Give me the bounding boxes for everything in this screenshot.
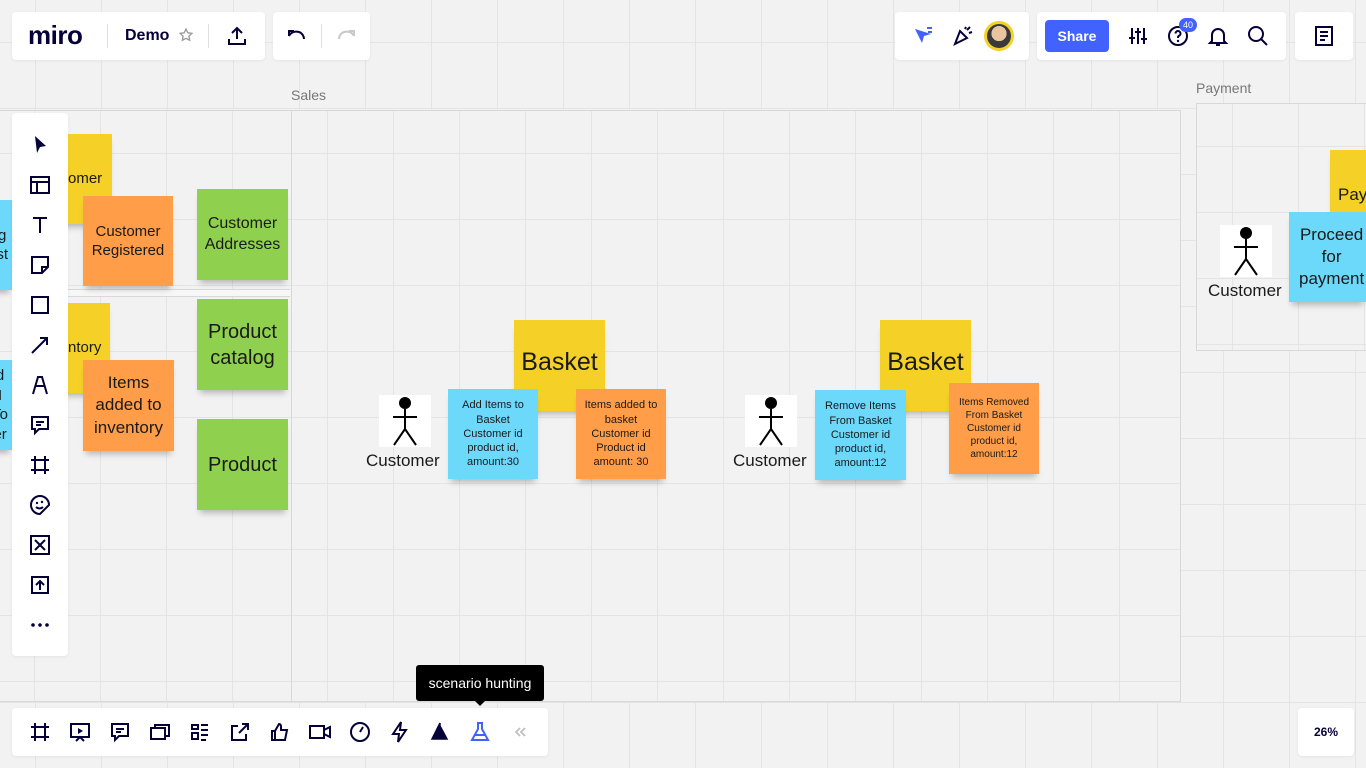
share-toolbar: Share 40: [1037, 12, 1286, 60]
frame-tool[interactable]: [20, 445, 60, 485]
settings-sliders-icon[interactable]: [1126, 24, 1150, 48]
notification-count-badge: 40: [1179, 18, 1197, 32]
more-tools-icon[interactable]: [20, 605, 60, 645]
kanban-icon[interactable]: [180, 712, 220, 752]
sticky-blue-partial-bottom[interactable]: d I To er: [0, 360, 12, 450]
divider: [107, 24, 108, 48]
lightning-icon[interactable]: [380, 712, 420, 752]
sticky-customer-addresses[interactable]: Customer Addresses: [197, 189, 288, 280]
redo-icon[interactable]: [334, 24, 358, 48]
divider: [321, 24, 322, 48]
connection-line-tool[interactable]: [20, 325, 60, 365]
board-title[interactable]: Demo: [125, 27, 169, 45]
sticky-customer-registered[interactable]: Customer Registered: [83, 196, 173, 286]
cards-icon[interactable]: [140, 712, 180, 752]
upload-tool[interactable]: [20, 565, 60, 605]
sticky-product-catalog[interactable]: Product catalog: [197, 299, 288, 390]
miro-logo[interactable]: miro: [28, 20, 83, 51]
presentation-icon[interactable]: [60, 712, 100, 752]
sticky-blue-partial-top[interactable]: eg ust: [0, 200, 12, 290]
shape-tool[interactable]: [20, 285, 60, 325]
search-icon[interactable]: [1246, 24, 1270, 48]
board-header: miro Demo: [12, 12, 265, 60]
video-call-icon[interactable]: [300, 712, 340, 752]
actor-customer-payment-label: Customer: [1208, 281, 1282, 300]
timer-icon[interactable]: [340, 712, 380, 752]
scenario-hunting-flask-icon[interactable]: [460, 712, 500, 752]
share-button[interactable]: Share: [1045, 20, 1109, 52]
comments-icon[interactable]: [100, 712, 140, 752]
actor-customer-1-label: Customer: [366, 451, 440, 470]
text-tool[interactable]: [20, 205, 60, 245]
sticky-add-items-command[interactable]: Add Items to Basket Customer id product …: [448, 389, 538, 479]
frame-sales-label[interactable]: Sales: [291, 87, 326, 103]
divider: [208, 24, 209, 48]
frame-divider: [68, 289, 290, 297]
cursor-bring-icon[interactable]: [911, 24, 935, 48]
templates-tool[interactable]: [20, 165, 60, 205]
actor-customer-payment[interactable]: [1220, 225, 1272, 277]
stick-figure-icon: [393, 397, 417, 446]
frames-icon[interactable]: [20, 712, 60, 752]
voting-thumb-icon[interactable]: [260, 712, 300, 752]
zoom-level: 26%: [1313, 725, 1339, 739]
tooltip-arrow: [474, 700, 486, 706]
pen-tool[interactable]: [20, 365, 60, 405]
stick-figure-icon: [1234, 227, 1258, 276]
collab-toolbar: [895, 12, 1029, 60]
frame-payment-label[interactable]: Payment: [1196, 80, 1251, 96]
collapse-chevron-icon[interactable]: [500, 712, 540, 752]
sticky-product[interactable]: Product: [197, 419, 288, 510]
zoom-indicator[interactable]: 26%: [1298, 708, 1354, 756]
actor-customer-1[interactable]: [379, 395, 431, 447]
sticky-remove-items-command[interactable]: Remove Items From Basket Customer id pro…: [815, 390, 906, 480]
stick-figure-icon: [759, 397, 783, 446]
sticky-items-added-event[interactable]: Items added to basket Customer id Produc…: [576, 389, 666, 479]
undo-icon[interactable]: [285, 24, 309, 48]
sticky-proceed-payment[interactable]: Proceed for payment: [1289, 212, 1366, 302]
upload-icon[interactable]: [225, 24, 249, 48]
tooltip-text: scenario hunting: [428, 675, 532, 691]
left-toolbar: [12, 113, 68, 656]
actor-customer-2-label: Customer: [733, 451, 807, 470]
sticky-items-added-inventory[interactable]: Items added to inventory: [83, 360, 174, 451]
sail-icon[interactable]: [420, 712, 460, 752]
tooltip: scenario hunting: [416, 665, 544, 701]
export-icon[interactable]: [220, 712, 260, 752]
sticky-items-removed-event[interactable]: Items Removed From Basket Customer id pr…: [949, 383, 1039, 474]
sticky-note-tool[interactable]: [20, 245, 60, 285]
select-tool[interactable]: [20, 125, 60, 165]
avatar[interactable]: [984, 21, 1014, 51]
board-list-panel: [1295, 12, 1353, 60]
bell-icon[interactable]: [1206, 24, 1230, 48]
history-toolbar: [273, 12, 370, 60]
celebrate-icon[interactable]: [951, 24, 975, 48]
comment-tool[interactable]: [20, 405, 60, 445]
star-icon[interactable]: [178, 27, 194, 43]
document-list-icon[interactable]: [1312, 24, 1336, 48]
sticker-icon[interactable]: [20, 485, 60, 525]
embed-tool[interactable]: [20, 525, 60, 565]
actor-customer-2[interactable]: [745, 395, 797, 447]
